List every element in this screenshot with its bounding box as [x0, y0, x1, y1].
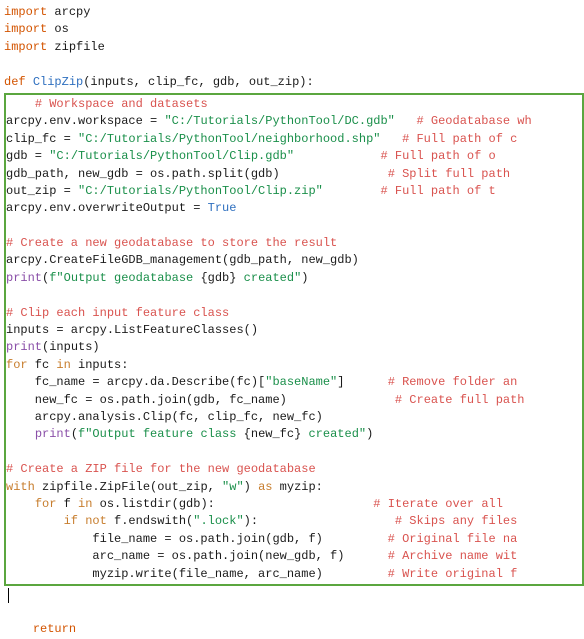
code-line-7: arcpy.env.workspace = "C:/Tutorials/Pyth… [6, 113, 582, 130]
code-line-1: import arcpy [4, 4, 584, 21]
code-line-18: # Clip each input feature class [6, 305, 582, 322]
code-line-14: # Create a new geodatabase to store the … [6, 235, 582, 252]
code-line-2: import os [4, 21, 584, 38]
code-line-27: # Create a ZIP file for the new geodatab… [6, 461, 582, 478]
code-line-blank-4 [6, 444, 582, 461]
cursor-line[interactable] [4, 588, 584, 604]
code-line-12: arcpy.env.overwriteOutput = True [6, 200, 582, 217]
code-line-9: gdb = "C:/Tutorials/PythonTool/Clip.gdb"… [6, 148, 582, 165]
code-line-22: fc_name = arcpy.da.Describe(fc)["baseNam… [6, 374, 582, 391]
code-line-6: # Workspace and datasets [6, 96, 582, 113]
code-line-33: myzip.write(file_name, arc_name) # Write… [6, 566, 582, 583]
code-line-10: gdb_path, new_gdb = os.path.split(gdb) #… [6, 166, 582, 183]
code-line-25: print(f"Output feature class {new_fc} cr… [6, 426, 582, 443]
code-line-5: def ClipZip(inputs, clip_fc, gdb, out_zi… [4, 74, 584, 91]
code-line-16: print(f"Output geodatabase {gdb} created… [6, 270, 582, 287]
code-line-blank-1 [4, 56, 584, 73]
code-line-23: new_fc = os.path.join(gdb, fc_name) # Cr… [6, 392, 582, 409]
code-line-8: clip_fc = "C:/Tutorials/PythonTool/neigh… [6, 131, 582, 148]
code-line-3: import zipfile [4, 39, 584, 56]
code-line-19: inputs = arcpy.ListFeatureClasses() [6, 322, 582, 339]
code-line-28: with zipfile.ZipFile(out_zip, "w") as my… [6, 479, 582, 496]
code-line-21: for fc in inputs: [6, 357, 582, 374]
code-line-24: arcpy.analysis.Clip(fc, clip_fc, new_fc) [6, 409, 582, 426]
code-line-blank-2 [6, 218, 582, 235]
code-line-blank-3 [6, 287, 582, 304]
code-line-11: out_zip = "C:/Tutorials/PythonTool/Clip.… [6, 183, 582, 200]
code-line-30: if not f.endswith(".lock"): # Skips any … [6, 513, 582, 530]
code-line-29: for f in os.listdir(gdb): # Iterate over… [6, 496, 582, 513]
text-cursor [8, 588, 9, 603]
code-line-32: arc_name = os.path.join(new_gdb, f) # Ar… [6, 548, 582, 565]
code-line-20: print(inputs) [6, 339, 582, 356]
code-line-36: return [4, 621, 584, 638]
code-line-blank-5 [4, 604, 584, 621]
highlighted-code-block: # Workspace and datasets arcpy.env.works… [4, 93, 584, 586]
code-line-15: arcpy.CreateFileGDB_management(gdb_path,… [6, 252, 582, 269]
code-line-31: file_name = os.path.join(gdb, f) # Origi… [6, 531, 582, 548]
